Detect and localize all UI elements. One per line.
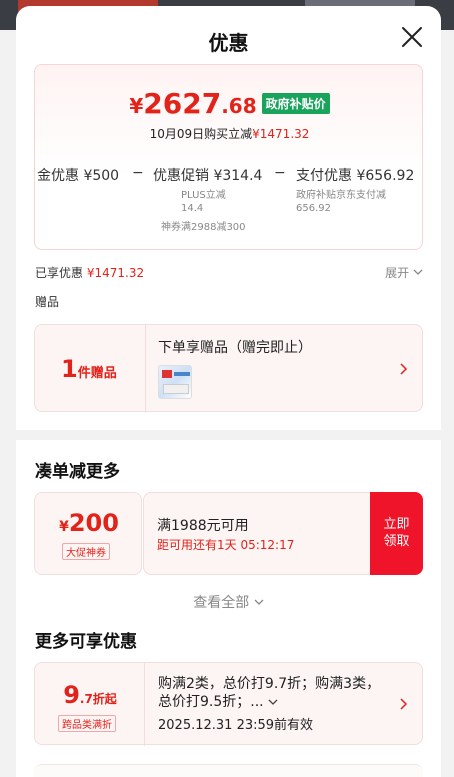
payment-subsidy-value: 656.92 [296, 203, 331, 214]
promo-discount: 优惠促销 ¥314.4 [153, 165, 262, 185]
coupon-countdown: 距可用还有1天 05:12:17 [157, 538, 295, 552]
promo-rate-number: 9 [63, 681, 80, 709]
bundle-heading: 凑单减更多 [35, 462, 120, 482]
minus-sign: − [132, 165, 144, 181]
promo-value-panel: 9.7折起 跨品类满折 [35, 663, 145, 746]
gift-count-number: 1 [61, 355, 78, 383]
cross-category-promo-card[interactable]: 9.7折起 跨品类满折 购满2类，总价打9.7折；购满3类，总价打9.5折；..… [34, 662, 423, 746]
chevron-right-icon [400, 698, 408, 710]
gold-discount: 金优惠 ¥500 [37, 165, 119, 185]
close-icon [402, 27, 422, 47]
gov-subsidy-badge: 政府补贴价 [261, 93, 330, 114]
price-summary-card: ¥2627.68 政府补贴价 10月09日购买立减¥1471.32 金优惠 ¥50… [34, 64, 423, 250]
see-all-label: 查看全部 [193, 595, 250, 611]
promo-rate-unit: .7折起 [79, 692, 117, 706]
claim-button-line2: 领取 [383, 534, 410, 549]
payment-discount-value: ¥656.92 [356, 168, 415, 184]
expand-label: 展开 [385, 266, 410, 280]
promo-type-badge: 跨品类满折 [58, 715, 116, 732]
promo-description: 购满2类，总价打9.7折；购满3类，总价打9.5折；... [158, 675, 388, 711]
super-coupon-note: 神券满2988减300 [161, 222, 246, 233]
expand-button[interactable]: 展开 [385, 264, 423, 281]
plus-discount-label: PLUS立减 [181, 190, 226, 201]
gift-thumbnail [158, 365, 192, 399]
purchase-discount-line: 10月09日购买立减¥1471.32 [35, 125, 424, 142]
minus-sign: − [274, 165, 286, 181]
enjoyed-discount: 已享优惠 ¥1471.32 [35, 264, 144, 281]
coupon-condition: 满1988元可用 [157, 518, 249, 534]
chevron-right-icon [400, 363, 408, 375]
next-card-edge [34, 764, 423, 777]
price-decimal: .68 [221, 94, 257, 118]
promo-discount-label: 优惠促销 [153, 168, 209, 184]
payment-subsidy-label: 政府补贴京东支付减 [296, 190, 386, 201]
enjoyed-discount-label: 已享优惠 [35, 266, 84, 280]
promo-discount-rate: 9.7折起 [35, 681, 145, 709]
gold-discount-label: 金优惠 [37, 168, 79, 184]
sheet-title: 优惠 [208, 31, 249, 55]
gift-count: 1件赠品 [61, 355, 117, 383]
purchase-discount-amount: ¥1471.32 [252, 127, 310, 141]
close-button[interactable] [397, 22, 427, 52]
divider [145, 325, 146, 413]
chevron-down-icon [254, 599, 264, 605]
price-integer: 2627 [143, 87, 222, 120]
payment-discount-label: 支付优惠 [296, 168, 352, 184]
gift-card[interactable]: 1件赠品 下单享赠品（赠完即止） [34, 324, 423, 413]
coupon-detail-panel: 满1988元可用 距可用还有1天 05:12:17 [143, 492, 371, 575]
coupon-currency: ¥ [59, 519, 69, 535]
purchase-discount-label: 10月09日购买立减 [149, 127, 253, 141]
gift-count-unit: 件赠品 [77, 366, 117, 381]
final-price: ¥2627.68 政府补贴价 [35, 87, 424, 120]
plus-discount-value: 14.4 [181, 203, 204, 214]
discount-sheet: 优惠 ¥2627.68 政府补贴价 10月09日购买立减¥1471.32 金优惠 … [16, 6, 441, 777]
gold-discount-value: ¥500 [83, 168, 120, 184]
promo-validity: 2025.12.31 23:59前有效 [158, 718, 314, 733]
chevron-down-icon[interactable] [268, 698, 278, 706]
claim-coupon-button[interactable]: 立即 领取 [370, 492, 423, 575]
coupon-value-panel: ¥200 大促神券 [34, 492, 142, 575]
gift-title: 下单享赠品（赠完即止） [158, 340, 312, 356]
coupon-amount-value: 200 [68, 509, 119, 537]
chevron-down-icon [413, 269, 423, 275]
payment-discount: 支付优惠 ¥656.92 [296, 165, 414, 185]
price-currency: ¥ [129, 94, 144, 118]
more-offers-heading: 更多可享优惠 [35, 632, 137, 652]
promo-discount-value: ¥314.4 [213, 168, 263, 184]
section-divider [16, 430, 441, 440]
coupon-type-badge: 大促神券 [62, 543, 110, 560]
coupon-amount: ¥200 [35, 509, 143, 537]
claim-button-line1: 立即 [383, 517, 410, 532]
enjoyed-discount-amount: ¥1471.32 [86, 266, 145, 280]
coupon-card: ¥200 大促神券 满1988元可用 距可用还有1天 05:12:17 立即 领… [34, 492, 423, 575]
see-all-button[interactable]: 查看全部 [16, 592, 441, 612]
gifts-section-label: 赠品 [35, 295, 60, 309]
